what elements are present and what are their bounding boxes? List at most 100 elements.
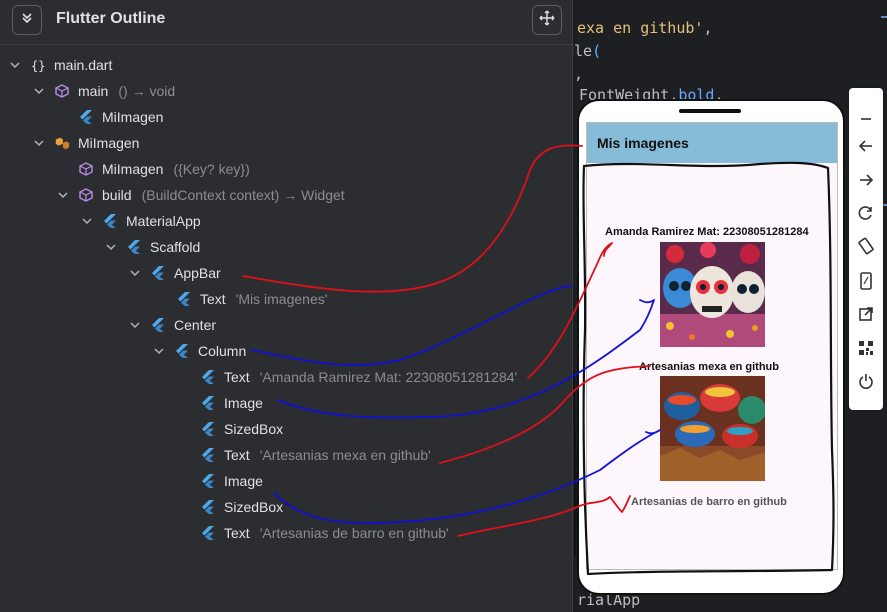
tree-item-label: Text bbox=[224, 369, 250, 385]
move-arrows-icon bbox=[539, 10, 555, 31]
tree-item[interactable]: Text 'Artesanias de barro en github' bbox=[200, 520, 449, 546]
power-icon bbox=[858, 373, 874, 394]
app-bar-title: Mis imagenes bbox=[597, 135, 689, 151]
tree-item[interactable]: Image bbox=[200, 390, 263, 416]
back-icon bbox=[858, 138, 874, 159]
tree-item-label: SizedBox bbox=[224, 421, 284, 437]
tree-item-label: Center bbox=[174, 317, 217, 333]
tree-item-label: Column bbox=[198, 343, 247, 359]
column-text-1: Amanda Ramirez Mat: 22308051281284 bbox=[605, 226, 809, 238]
flutter-icon bbox=[200, 473, 216, 489]
flutter-icon bbox=[200, 421, 216, 437]
tree-item[interactable]: build (BuildContext context) → Widget bbox=[56, 182, 345, 208]
flutter-outline-panel: Flutter Outline {} main.dart main () → void… bbox=[0, 0, 573, 612]
code-paren: ( bbox=[592, 42, 602, 60]
flutter-icon bbox=[174, 343, 190, 359]
panel-title: Flutter Outline bbox=[56, 10, 166, 27]
back-button[interactable] bbox=[854, 136, 878, 160]
tree-item[interactable]: AppBar bbox=[128, 260, 221, 286]
flutter-icon bbox=[102, 213, 118, 229]
flutter-icon bbox=[200, 525, 216, 541]
tree-item[interactable]: Text 'Amanda Ramirez Mat: 22308051281284' bbox=[200, 364, 517, 390]
tree-item-label: Text bbox=[224, 447, 250, 463]
panel-header: Flutter Outline bbox=[0, 0, 572, 45]
phone-emulator[interactable]: Mis imagenes Amanda Ramirez Mat: 2230805… bbox=[577, 99, 845, 595]
column-text-2: Artesanias mexa en github bbox=[639, 361, 779, 373]
emulator-toolbar bbox=[849, 88, 883, 410]
external-link-button[interactable] bbox=[854, 304, 878, 328]
phone-speaker bbox=[679, 109, 741, 113]
chevron-down-icon[interactable] bbox=[128, 266, 142, 280]
tree-item[interactable]: {} main.dart bbox=[8, 52, 112, 78]
minimize-button[interactable] bbox=[854, 109, 878, 133]
chevron-down-icon[interactable] bbox=[128, 318, 142, 332]
code-line: exa en github', bbox=[577, 19, 712, 37]
scroll-marker bbox=[881, 16, 887, 18]
tree-item-label: MiImagen bbox=[78, 135, 140, 151]
cube-icon bbox=[54, 83, 70, 99]
tree-item[interactable]: MaterialApp bbox=[80, 208, 201, 234]
move-button[interactable] bbox=[532, 5, 562, 35]
tree-item-label: main bbox=[78, 83, 109, 99]
flutter-icon bbox=[150, 265, 166, 281]
rotate-device-button[interactable] bbox=[854, 236, 878, 260]
tree-item[interactable]: Image bbox=[200, 468, 263, 494]
tree-item-label: MiImagen bbox=[102, 109, 164, 125]
flutter-icon bbox=[200, 369, 216, 385]
chevron-down-icon[interactable] bbox=[32, 84, 46, 98]
tree-item-detail: ({Key? key}) bbox=[173, 161, 250, 177]
code-string: exa en github' bbox=[577, 19, 704, 37]
app-bar: Mis imagenes bbox=[587, 123, 837, 163]
forward-icon bbox=[858, 172, 874, 193]
forward-button[interactable] bbox=[854, 170, 878, 194]
rotate-device-icon bbox=[857, 237, 875, 260]
flutter-icon bbox=[78, 109, 94, 125]
braces-icon: {} bbox=[30, 57, 46, 73]
collapse-all-button[interactable] bbox=[12, 5, 42, 35]
chevron-down-icon[interactable] bbox=[104, 240, 118, 254]
tree-item-label: Image bbox=[224, 473, 263, 489]
qr-code-button[interactable] bbox=[854, 338, 878, 362]
tree-item[interactable]: main () → void bbox=[32, 78, 175, 104]
tree-item-label: AppBar bbox=[174, 265, 221, 281]
phone-screen[interactable]: Mis imagenes Amanda Ramirez Mat: 2230805… bbox=[586, 122, 838, 570]
tree-item[interactable]: Column bbox=[152, 338, 246, 364]
tree-item-label: MaterialApp bbox=[126, 213, 201, 229]
code-punct: , bbox=[703, 19, 713, 37]
chevron-down-icon[interactable] bbox=[80, 214, 94, 228]
class-icon bbox=[54, 135, 70, 151]
rotate-button[interactable] bbox=[854, 203, 878, 227]
chevron-down-icon[interactable] bbox=[152, 344, 166, 358]
tree-item-detail: 'Amanda Ramirez Mat: 22308051281284' bbox=[259, 369, 518, 385]
collapse-all-icon bbox=[20, 11, 34, 30]
chevron-down-icon[interactable] bbox=[8, 58, 22, 72]
chevron-down-icon[interactable] bbox=[56, 188, 70, 202]
clay-pottery-image bbox=[660, 376, 765, 481]
phone-icon bbox=[858, 271, 874, 295]
tree-item-label: Text bbox=[200, 291, 226, 307]
tree-item-label: build bbox=[102, 187, 132, 203]
tree-item[interactable]: Center bbox=[128, 312, 216, 338]
chevron-down-icon[interactable] bbox=[32, 136, 46, 150]
tree-item[interactable]: Text 'Mis imagenes' bbox=[176, 286, 327, 312]
sugar-skulls-image bbox=[660, 242, 765, 347]
svg-text:{}: {} bbox=[31, 59, 45, 73]
tree-item-label: Image bbox=[224, 395, 263, 411]
tree-item[interactable]: MiImagen ({Key? key}) bbox=[78, 156, 250, 182]
tree-item-label: SizedBox bbox=[224, 499, 284, 515]
power-button[interactable] bbox=[854, 371, 878, 395]
tree-item[interactable]: MiImagen bbox=[78, 104, 163, 130]
tree-item-label: main.dart bbox=[54, 57, 113, 73]
tree-item-detail: 'Mis imagenes' bbox=[235, 291, 328, 307]
qr-code-icon bbox=[858, 340, 874, 361]
flutter-icon bbox=[176, 291, 192, 307]
tree-item[interactable]: SizedBox bbox=[200, 416, 283, 442]
external-link-icon bbox=[858, 306, 874, 327]
tree-item[interactable]: Scaffold bbox=[104, 234, 200, 260]
tree-item[interactable]: SizedBox bbox=[200, 494, 283, 520]
phone-button[interactable] bbox=[854, 271, 878, 295]
tree-item[interactable]: MiImagen bbox=[32, 130, 139, 156]
tree-item-detail: 'Artesanias de barro en github' bbox=[259, 525, 449, 541]
tree-item[interactable]: Text 'Artesanias mexa en github' bbox=[200, 442, 431, 468]
tree-item-label: MiImagen bbox=[102, 161, 164, 177]
